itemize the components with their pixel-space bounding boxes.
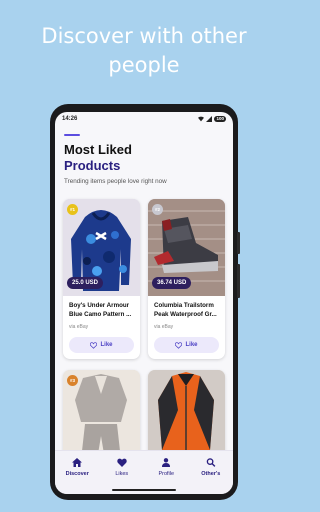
wifi-icon [198,116,205,122]
status-bar: 14:26 100 [55,112,233,126]
headline: Discover with other people [0,22,288,80]
nav-label-discover: Discover [65,471,89,477]
volume-button [237,232,240,254]
page-title: Most Liked Products [64,142,132,174]
nav-item-likes[interactable]: Likes [102,458,142,477]
product-image[interactable]: #1 25.0 USD [63,199,140,296]
product-name-line-2: Peak Waterproof Gr... [154,311,217,318]
heart-outline-icon [90,341,98,349]
nav-label-profile: Profile [158,471,175,477]
product-name-line-1: Boy's Under Armour [69,302,130,309]
product-card[interactable]: #2 36.74 USD Columbia Trailstorm Peak Wa… [148,199,225,359]
nav-item-profile[interactable]: Profile [146,458,186,477]
product-source: via eBay [69,324,89,330]
like-button[interactable]: Like [154,337,219,353]
person-icon [162,458,171,467]
nav-label-likes: Likes [115,471,129,477]
home-icon [72,458,83,467]
product-source: via eBay [154,324,174,330]
rank-badge: #3 [67,375,78,386]
page-title-line-2: Products [64,158,121,173]
app-screen: 14:26 100 Most Liked Products Trending i… [55,112,233,494]
title-accent-line [64,134,80,136]
nav-label-others: Other's [201,471,221,477]
page-title-line-1: Most Liked [64,142,132,157]
home-indicator [112,489,176,491]
price-pill: 36.74 USD [152,277,192,289]
battery-indicator: 100 [214,116,226,122]
headline-line-1: Discover with other [41,24,247,48]
like-button[interactable]: Like [69,337,134,353]
heart-icon [117,458,127,467]
product-image[interactable]: #2 36.74 USD [148,199,225,296]
product-card[interactable]: #1 25.0 USD Boy's Under Armour Blue Camo… [63,199,140,359]
power-button [237,264,240,298]
page-subtitle: Trending items people love right now [64,178,167,185]
status-icons: 100 [198,116,226,122]
product-name-line-2: Blue Camo Pattern ... [69,311,132,318]
nav-item-others[interactable]: Other's [191,458,231,477]
product-name-line-1: Columbia Trailstorm [154,302,214,309]
signal-icon [206,116,213,122]
nav-item-discover[interactable]: Discover [57,458,97,477]
heart-outline-icon [175,341,183,349]
search-icon [206,458,216,467]
status-time: 14:26 [62,116,78,122]
like-button-label: Like [185,342,198,348]
rank-badge: #2 [152,204,163,215]
like-button-label: Like [100,342,113,348]
headline-line-2: people [108,53,180,77]
price-pill: 25.0 USD [67,277,104,289]
rank-badge: #1 [67,204,78,215]
bottom-navigation: Discover Likes Profile Other's [55,450,233,494]
